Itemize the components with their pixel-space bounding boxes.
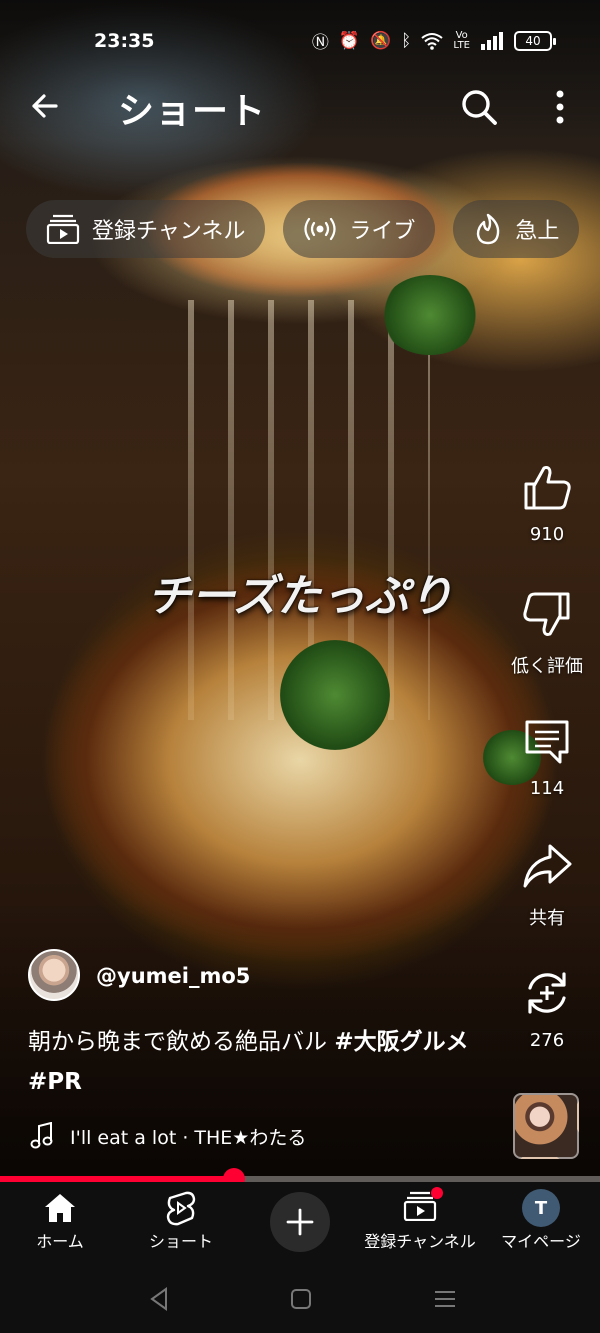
- search-icon[interactable]: [456, 84, 502, 130]
- alarm-icon: ⏰: [338, 30, 360, 51]
- home-icon: [45, 1194, 75, 1222]
- remix-count: 276: [529, 1030, 565, 1051]
- mute-icon: 🔕: [370, 30, 392, 51]
- caption-text: 朝から晩まで飲める絶品バル: [28, 1029, 335, 1055]
- chip-label: 登録チャンネル: [92, 219, 246, 244]
- video-caption[interactable]: 朝から晩まで飲める絶品バル #大阪グルメ #PR: [28, 1022, 498, 1102]
- page-title: ショート: [118, 91, 267, 132]
- live-icon: [304, 217, 336, 241]
- chip-label: 急上: [515, 219, 560, 244]
- channel-handle[interactable]: @yumei_mo5: [96, 964, 250, 988]
- like-count: 910: [529, 524, 565, 545]
- comment-icon: [525, 720, 569, 764]
- chip-label: ライブ: [349, 219, 416, 244]
- nav-label: ショート: [148, 1232, 213, 1251]
- share-arrow-icon: [523, 844, 572, 888]
- chip-trending[interactable]: 急上: [453, 200, 580, 258]
- nav-label: 登録チャンネル: [364, 1232, 476, 1251]
- status-time: 23:35: [94, 30, 155, 52]
- shorts-icon: [166, 1191, 196, 1226]
- share-label: 共有: [529, 908, 565, 929]
- bottom-navigation: ホーム ショート 登録チャンネル T マイページ: [0, 1182, 600, 1262]
- nav-subscriptions[interactable]: 登録チャンネル: [360, 1187, 480, 1252]
- comment-count: 114: [529, 778, 565, 799]
- channel-avatar[interactable]: [28, 949, 80, 1001]
- share-button[interactable]: 共有: [506, 840, 588, 930]
- nav-shorts[interactable]: ショート: [138, 1188, 224, 1252]
- system-recents-icon[interactable]: [430, 1284, 460, 1314]
- nav-home[interactable]: ホーム: [22, 1188, 98, 1252]
- nav-label: マイページ: [501, 1232, 581, 1251]
- like-button[interactable]: 910: [506, 460, 588, 545]
- back-arrow-icon[interactable]: [26, 84, 70, 128]
- user-avatar: T: [522, 1189, 560, 1227]
- system-home-icon[interactable]: [286, 1284, 316, 1314]
- subscriptions-icon: [46, 214, 80, 244]
- dislike-button[interactable]: 低く評価: [506, 588, 588, 678]
- bluetooth-icon: ᛒ: [401, 30, 412, 51]
- chip-subscriptions[interactable]: 登録チャンネル: [26, 200, 266, 258]
- parsley-decoration: [280, 640, 390, 750]
- music-title: I'll eat a lot · THE★わたる: [70, 1126, 307, 1149]
- parsley-decoration: [380, 275, 480, 355]
- status-icons: Ⓝ ⏰ 🔕 ᛒ Vo LTE 40: [311, 28, 556, 53]
- top-app-bar: ショート: [0, 78, 600, 138]
- more-vert-icon[interactable]: [540, 84, 580, 130]
- nav-mypage[interactable]: T マイページ: [498, 1188, 584, 1252]
- create-button[interactable]: [270, 1192, 330, 1252]
- music-note-icon: [30, 1122, 53, 1149]
- system-navigation-bar: [0, 1262, 600, 1333]
- thumbs-down-icon: [523, 592, 570, 636]
- volte-icon: Vo LTE: [453, 29, 470, 51]
- nav-label: ホーム: [36, 1232, 84, 1251]
- dislike-label: 低く評価: [511, 656, 583, 677]
- music-credit[interactable]: I'll eat a lot · THE★わたる: [30, 1122, 306, 1150]
- comments-button[interactable]: 114: [506, 714, 588, 799]
- notification-dot: [431, 1187, 443, 1199]
- battery-icon: 40: [514, 30, 556, 51]
- feed-filter-chips: 登録チャンネル ライブ 急上: [26, 200, 580, 258]
- shorts-screen: 23:35 Ⓝ ⏰ 🔕 ᛒ VoLTE 40 ショート 登録チャンネル ライブ: [0, 0, 600, 1333]
- status-bar: 23:35 Ⓝ ⏰ 🔕 ᛒ Vo LTE 40: [0, 22, 600, 58]
- signal-icon: [481, 31, 503, 50]
- plus-icon: [286, 1208, 314, 1236]
- trending-icon: [477, 213, 500, 245]
- sound-thumbnail[interactable]: [513, 1093, 579, 1159]
- remix-icon: [528, 972, 566, 1014]
- chip-live[interactable]: ライブ: [283, 200, 436, 258]
- remix-button[interactable]: 276: [506, 966, 588, 1051]
- system-back-icon[interactable]: [144, 1284, 174, 1314]
- nfc-icon: Ⓝ: [311, 33, 329, 53]
- thumbs-up-icon: [524, 466, 571, 510]
- wifi-icon: [421, 32, 443, 50]
